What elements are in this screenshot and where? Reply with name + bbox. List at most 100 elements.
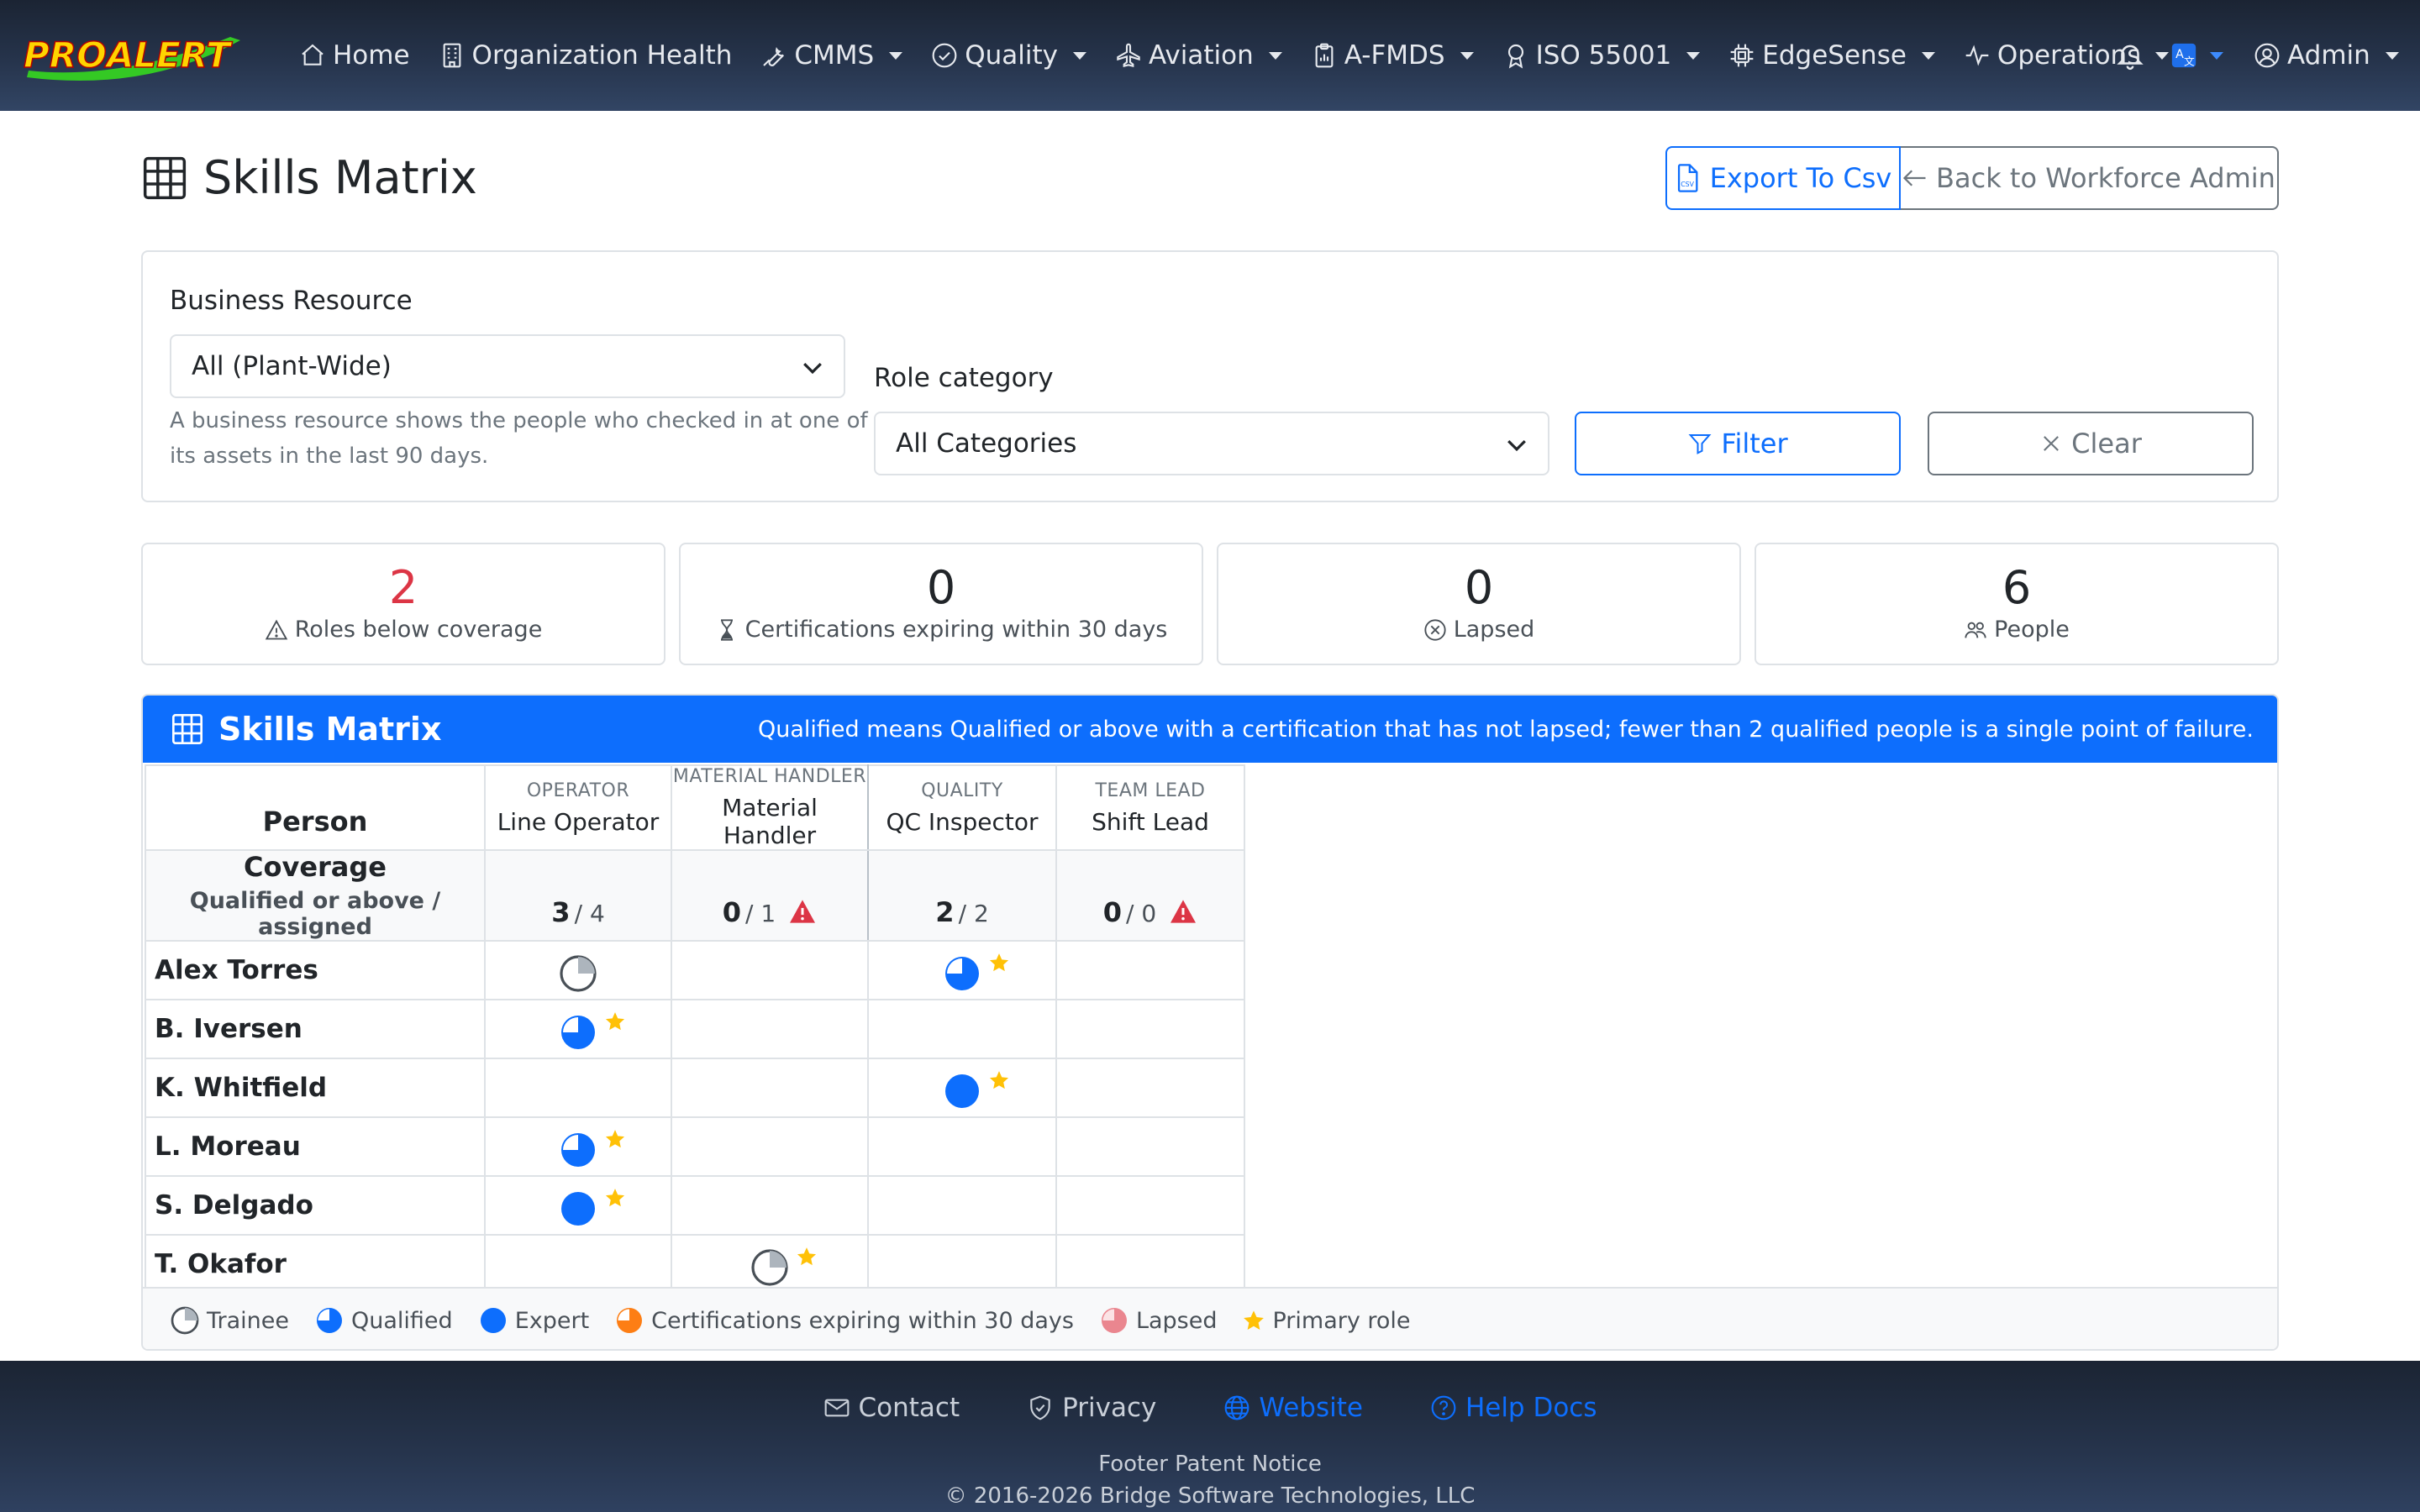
footer-contact-link[interactable]: Contact [823,1393,960,1423]
nav-right: A 文 Admin [2114,0,2399,111]
stat-caption-label: Certifications expiring within 30 days [744,617,1168,643]
nav-item-iso-55001[interactable]: ISO 55001 [1502,40,1701,71]
person-name[interactable]: Alex Torres [145,940,486,1000]
grid-table-icon [172,714,203,744]
clear-button[interactable]: Clear [1928,412,2254,475]
nav-item-aviation[interactable]: Aviation [1115,40,1282,71]
skill-cell[interactable] [484,940,672,1000]
star-icon [797,1247,817,1266]
expert-dot-icon [561,1192,595,1226]
matrix-title-text: Skills Matrix [218,711,442,748]
chevron-down-icon [1686,51,1701,60]
coverage-separator: / [745,900,761,927]
building-icon [443,43,460,68]
hourglass-icon [720,618,733,641]
table-row: Alex Torres [145,940,1245,1000]
skill-cell[interactable] [484,1116,672,1177]
person-name[interactable]: S. Delgado [145,1175,486,1236]
coverage-qualified: 3 [551,896,571,928]
star-icon [989,953,1009,972]
role-category: OPERATOR [526,780,630,801]
coverage-separator: / [958,900,974,927]
person-name[interactable]: L. Moreau [145,1116,486,1177]
main-nav: Home Organization Health CMMS Quality Aviati… [299,0,2197,111]
legend-expiring: Certifications expiring within 30 days [614,1305,1074,1336]
footer-help-link[interactable]: Help Docs [1430,1393,1597,1423]
back-to-workforce-button[interactable]: Back to Workforce Admin [1901,146,2279,210]
stat-value: 6 [2002,561,2032,614]
nav-item-home[interactable]: Home [299,40,410,71]
coverage-separator: / [1126,900,1142,927]
bell-icon[interactable] [2114,39,2146,72]
filter-button[interactable]: Filter [1575,412,1901,475]
chevron-down-icon [803,362,822,375]
footer-privacy-link[interactable]: Privacy [1027,1393,1156,1423]
skill-cell[interactable] [867,1058,1057,1118]
skill-cell [484,1058,672,1118]
person-name[interactable]: T. Okafor [145,1234,486,1294]
footer-website-link[interactable]: Website [1223,1393,1363,1423]
matrix-title: Skills Matrix [170,711,441,748]
stat-card-4: 6 People [1754,543,2279,665]
role-category-label: Role category [874,363,1054,393]
role-column-header[interactable]: MATERIAL HANDLER Material Handler [671,764,869,851]
header-button-group: CSV Export To Csv Back to Workforce Admi… [1665,146,2279,210]
warning-triangle-icon [790,900,816,923]
clear-label: Clear [2071,428,2142,459]
trainee-dot-icon [560,955,597,992]
chevron-down-icon [1507,439,1526,452]
logo-text: PROALERT [24,34,233,76]
nav-item-cmms[interactable]: CMMS [760,40,903,71]
role-column-header[interactable]: OPERATOR Line Operator [484,764,672,851]
stat-caption-label: Roles below coverage [294,617,543,643]
matrix-legend: Trainee Qualified Expert Certifications … [143,1287,2277,1349]
qualified-dot-icon [561,1016,595,1049]
translate-icon[interactable]: A 文 [2170,41,2198,70]
skill-cell [867,1234,1057,1294]
skill-cell[interactable] [484,999,672,1059]
legend-trainee-label: Trainee [207,1307,290,1334]
stat-card-3: 0 Lapsed [1217,543,1741,665]
coverage-qualified: 2 [935,896,955,928]
legend-trainee: Trainee [170,1305,289,1336]
back-label: Back to Workforce Admin [1936,162,2275,194]
stat-caption-label: Lapsed [1453,617,1535,643]
clipboard-icon [1315,43,1334,68]
skill-cell [671,940,869,1000]
role-column-header[interactable]: QUALITY QC Inspector [867,764,1057,851]
proalert-logo[interactable]: PROALERT [20,20,264,91]
page-title: Skills Matrix [139,151,477,204]
svg-text:文: 文 [2184,55,2195,68]
footer-copyright: © 2016-2026 Bridge Software Technologies… [944,1483,1476,1509]
skill-cell[interactable] [867,940,1057,1000]
person-name[interactable]: K. Whitfield [145,1058,486,1118]
page-title-text: Skills Matrix [203,151,477,204]
business-resource-select[interactable]: All (Plant-Wide) [170,334,845,398]
legend-lapsed-label: Lapsed [1135,1307,1218,1334]
nav-item-organization-health[interactable]: Organization Health [439,40,732,71]
skill-cell[interactable] [484,1175,672,1236]
skill-cell[interactable] [671,1234,869,1294]
table-row: K. Whitfield [145,1058,1245,1118]
language-dropdown-caret[interactable] [2210,51,2223,60]
export-csv-button[interactable]: CSV Export To Csv [1665,146,1901,210]
user-menu[interactable]: Admin [2254,40,2399,71]
nav-item-quality[interactable]: Quality [931,40,1086,71]
role-name: Line Operator [497,807,660,836]
footer-privacy-label: Privacy [1062,1393,1157,1423]
airplane-icon [1117,43,1140,68]
nav-item-a-fmds[interactable]: A-FMDS [1311,40,1474,71]
skill-cell [1055,940,1245,1000]
legend-qualified: Qualified [314,1305,453,1336]
role-category-select[interactable]: All Categories [874,412,1549,475]
role-column-header[interactable]: TEAM LEAD Shift Lead [1055,764,1245,851]
activity-icon [1965,45,1989,66]
table-row: L. Moreau [145,1116,1245,1177]
legend-primary: Primary role [1242,1308,1411,1334]
nav-item-edgesense[interactable]: EdgeSense [1728,40,1935,71]
arrow-left-icon [1902,170,1926,186]
person-name[interactable]: B. Iversen [145,999,486,1059]
skill-cell [1055,1175,1245,1236]
role-category: QUALITY [921,780,1003,801]
footer-links: Contact Privacy Website Help Docs [0,1393,2420,1423]
